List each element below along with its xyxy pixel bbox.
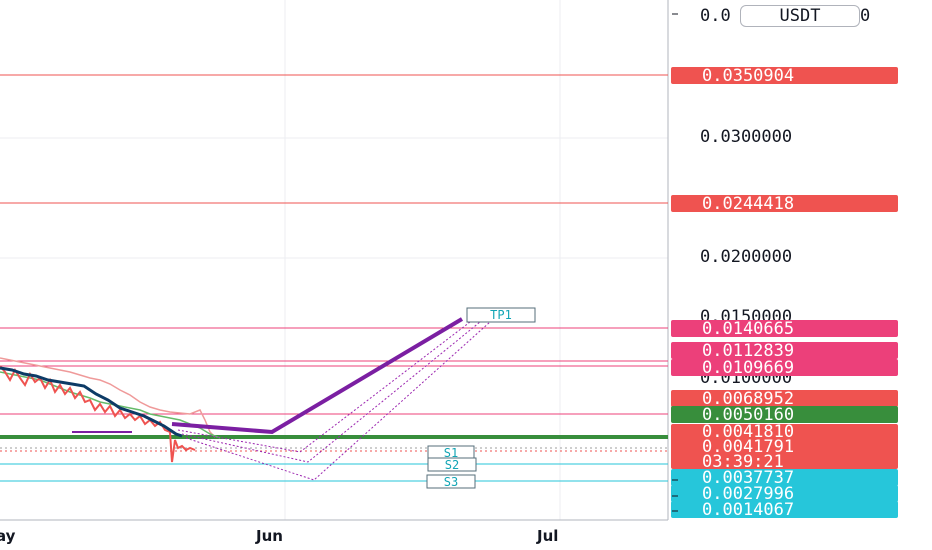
time-axis: ay Jun Jul (0, 527, 558, 545)
price-tag-s3: 0.0014067 (702, 500, 794, 520)
chart-canvas[interactable]: TP1 S1 S2 S3 0.0 0 0.0300000 0.0200000 0… (0, 0, 932, 550)
tp1-label: TP1 (490, 308, 512, 322)
time-label-may: ay (0, 527, 16, 545)
s2-label: S2 (445, 458, 459, 472)
price-tick-0300: 0.0300000 (700, 127, 792, 147)
grid (0, 0, 668, 520)
price-series (0, 357, 221, 463)
price-tag-level-4: 0.0109669 (702, 358, 794, 378)
price-tick-0200: 0.0200000 (700, 247, 792, 267)
time-label-jul: Jul (536, 527, 558, 545)
currency-badge[interactable]: USDT (740, 5, 860, 27)
price-tag-tp1: 0.0140665 (702, 319, 794, 339)
price-tick-partial-right: 0 (860, 6, 870, 26)
level-label-boxes: TP1 S1 S2 S3 (426, 307, 536, 489)
price-tick-partial-left: 0.0 (700, 6, 731, 26)
price-tag-resistance-1: 0.0350904 (702, 66, 794, 86)
level-lines (0, 74, 668, 482)
price-tag-resistance-2: 0.0244418 (702, 194, 794, 214)
time-label-jun: Jun (255, 527, 283, 545)
s3-label: S3 (444, 475, 458, 489)
